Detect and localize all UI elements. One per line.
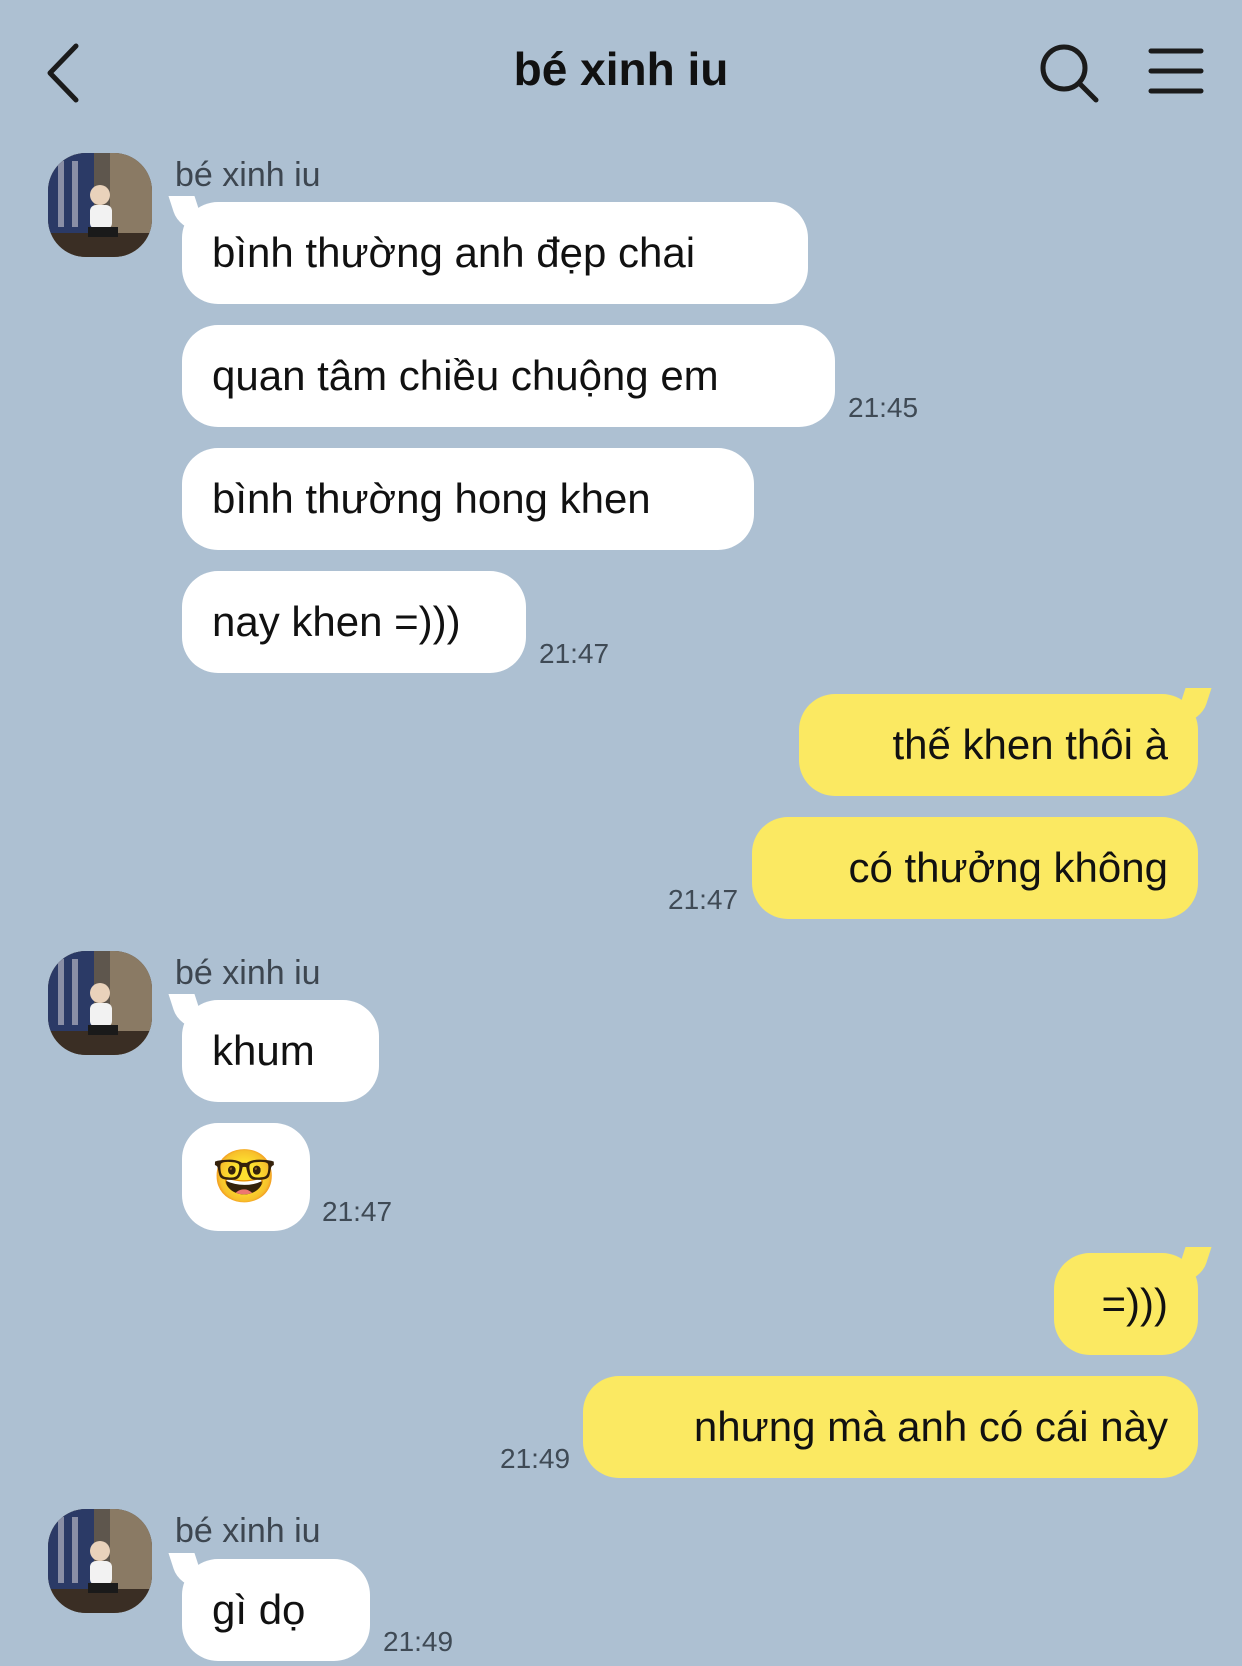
message-bubble-incoming[interactable]: quan tâm chiều chuộng em <box>182 325 835 427</box>
message-timestamp: 21:47 <box>539 638 610 669</box>
message-timestamp: 21:49 <box>500 1443 571 1474</box>
menu-button[interactable] <box>1148 46 1204 96</box>
message-timestamp: 21:49 <box>383 1626 454 1657</box>
sender-name: bé xinh iu <box>175 156 321 194</box>
profile-photo <box>48 951 152 1055</box>
message-bubble-incoming[interactable]: bình thường hong khen <box>182 448 754 550</box>
sender-name: bé xinh iu <box>175 954 321 992</box>
message-bubble-outgoing[interactable]: nhưng mà anh có cái này <box>583 1376 1198 1478</box>
message-timestamp: 21:45 <box>848 392 919 423</box>
message-bubble-outgoing[interactable]: =))) <box>1054 1253 1198 1355</box>
message-bubble-incoming[interactable]: nay khen =))) <box>182 571 526 673</box>
avatar[interactable] <box>48 153 152 257</box>
profile-photo <box>48 1509 152 1613</box>
message-bubble-outgoing[interactable]: thế khen thôi à <box>799 694 1198 796</box>
chat-header: bé xinh iu <box>0 0 1242 140</box>
message-bubble-outgoing[interactable]: có thưởng không <box>752 817 1198 919</box>
search-icon <box>1040 44 1099 103</box>
message-bubble-incoming[interactable]: khum <box>182 1000 379 1102</box>
menu-icon <box>1148 48 1204 94</box>
message-timestamp: 21:47 <box>322 1196 393 1227</box>
message-timestamp: 21:47 <box>668 884 739 915</box>
avatar[interactable] <box>48 951 152 1055</box>
message-bubble-incoming[interactable]: gì dọ <box>182 1559 370 1661</box>
emoji-message-bubble[interactable]: 🤓 <box>182 1123 310 1231</box>
message-bubble-incoming[interactable]: bình thường anh đẹp chai <box>182 202 808 304</box>
avatar[interactable] <box>48 1509 152 1613</box>
sender-name: bé xinh iu <box>175 1512 321 1550</box>
profile-photo <box>48 153 152 257</box>
search-button[interactable] <box>1038 42 1100 104</box>
